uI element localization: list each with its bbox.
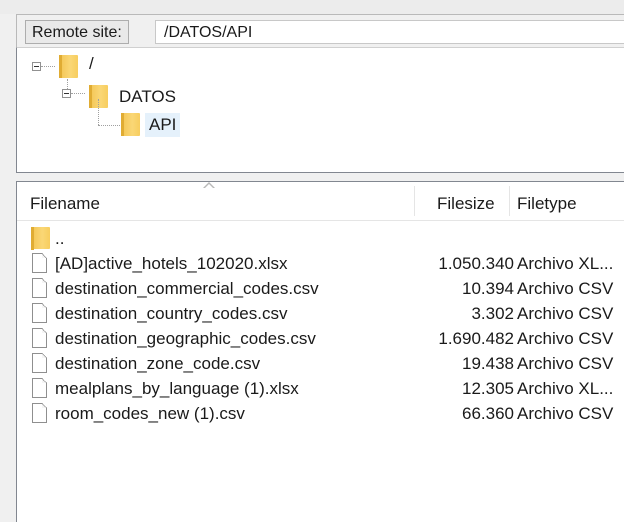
tree-node-label: DATOS (119, 87, 176, 106)
file-icon (32, 278, 47, 298)
file-name: [AD]active_hotels_102020.xlsx (55, 254, 288, 273)
tree-connector (41, 66, 55, 67)
file-icon (32, 303, 47, 323)
sort-ascending-icon (203, 182, 215, 188)
file-list-header: Filename Filesize Filetype (17, 182, 624, 221)
tree-connector (98, 99, 99, 125)
tree-connector (98, 125, 120, 126)
file-type: Archivo CSV (517, 279, 614, 298)
column-divider[interactable] (509, 186, 510, 216)
table-row[interactable]: [AD]active_hotels_102020.xlsx 1.050.340 … (17, 251, 624, 276)
file-icon (32, 253, 47, 273)
file-name: destination_geographic_codes.csv (55, 329, 316, 348)
table-row[interactable]: destination_geographic_codes.csv 1.690.4… (17, 326, 624, 351)
file-size: 10.394 (462, 279, 514, 298)
file-type: Archivo CSV (517, 329, 614, 348)
file-type: Archivo CSV (517, 354, 614, 373)
file-name: mealplans_by_language (1).xlsx (55, 379, 299, 398)
window-top-strip (0, 0, 624, 14)
column-header-filetype[interactable]: Filetype (517, 182, 577, 220)
table-row[interactable]: destination_commercial_codes.csv 10.394 … (17, 276, 624, 301)
file-icon (32, 378, 47, 398)
column-header-filesize[interactable]: Filesize (437, 182, 495, 220)
file-name: destination_commercial_codes.csv (55, 279, 319, 298)
remote-site-bar: Remote site: /DATOS/API (16, 14, 624, 47)
file-type: Archivo CSV (517, 304, 614, 323)
file-size: 3.302 (471, 304, 514, 323)
file-size: 1.690.482 (438, 329, 514, 348)
folder-icon (59, 55, 78, 78)
pane-splitter[interactable] (16, 173, 624, 181)
remote-site-label: Remote site: (25, 20, 129, 44)
file-name: .. (55, 229, 65, 248)
file-name: destination_country_codes.csv (55, 304, 288, 323)
table-row[interactable]: mealplans_by_language (1).xlsx 12.305 Ar… (17, 376, 624, 401)
file-type: Archivo XL... (517, 379, 614, 398)
file-name: destination_zone_code.csv (55, 354, 261, 373)
file-icon (32, 403, 47, 423)
file-size: 1.050.340 (438, 254, 514, 273)
tree-connector (71, 93, 85, 94)
file-type: Archivo XL... (517, 254, 614, 273)
file-icon (32, 328, 47, 348)
table-row[interactable]: destination_zone_code.csv 19.438 Archivo… (17, 351, 624, 376)
folder-icon (121, 113, 140, 136)
tree-node-label: API (145, 113, 181, 137)
folder-icon (31, 227, 50, 250)
tree-node-label: / (89, 54, 94, 73)
file-size: 19.438 (462, 354, 514, 373)
remote-directory-tree: / DATOS API (16, 47, 624, 173)
file-icon (32, 353, 47, 373)
file-type: Archivo CSV (517, 404, 614, 423)
tree-connector (67, 79, 68, 89)
remote-site-path-input[interactable]: /DATOS/API (155, 20, 624, 44)
remote-file-list: Filename Filesize Filetype .. [AD]active… (16, 181, 624, 522)
column-divider[interactable] (414, 186, 415, 216)
column-header-filename[interactable]: Filename (30, 182, 100, 220)
collapse-icon[interactable] (62, 89, 71, 98)
list-item-parent-directory[interactable]: .. (17, 226, 624, 251)
collapse-icon[interactable] (32, 62, 41, 71)
table-row[interactable]: destination_country_codes.csv 3.302 Arch… (17, 301, 624, 326)
file-size: 12.305 (462, 379, 514, 398)
table-row[interactable]: room_codes_new (1).csv 66.360 Archivo CS… (17, 401, 624, 426)
file-size: 66.360 (462, 404, 514, 423)
file-name: room_codes_new (1).csv (55, 404, 245, 423)
